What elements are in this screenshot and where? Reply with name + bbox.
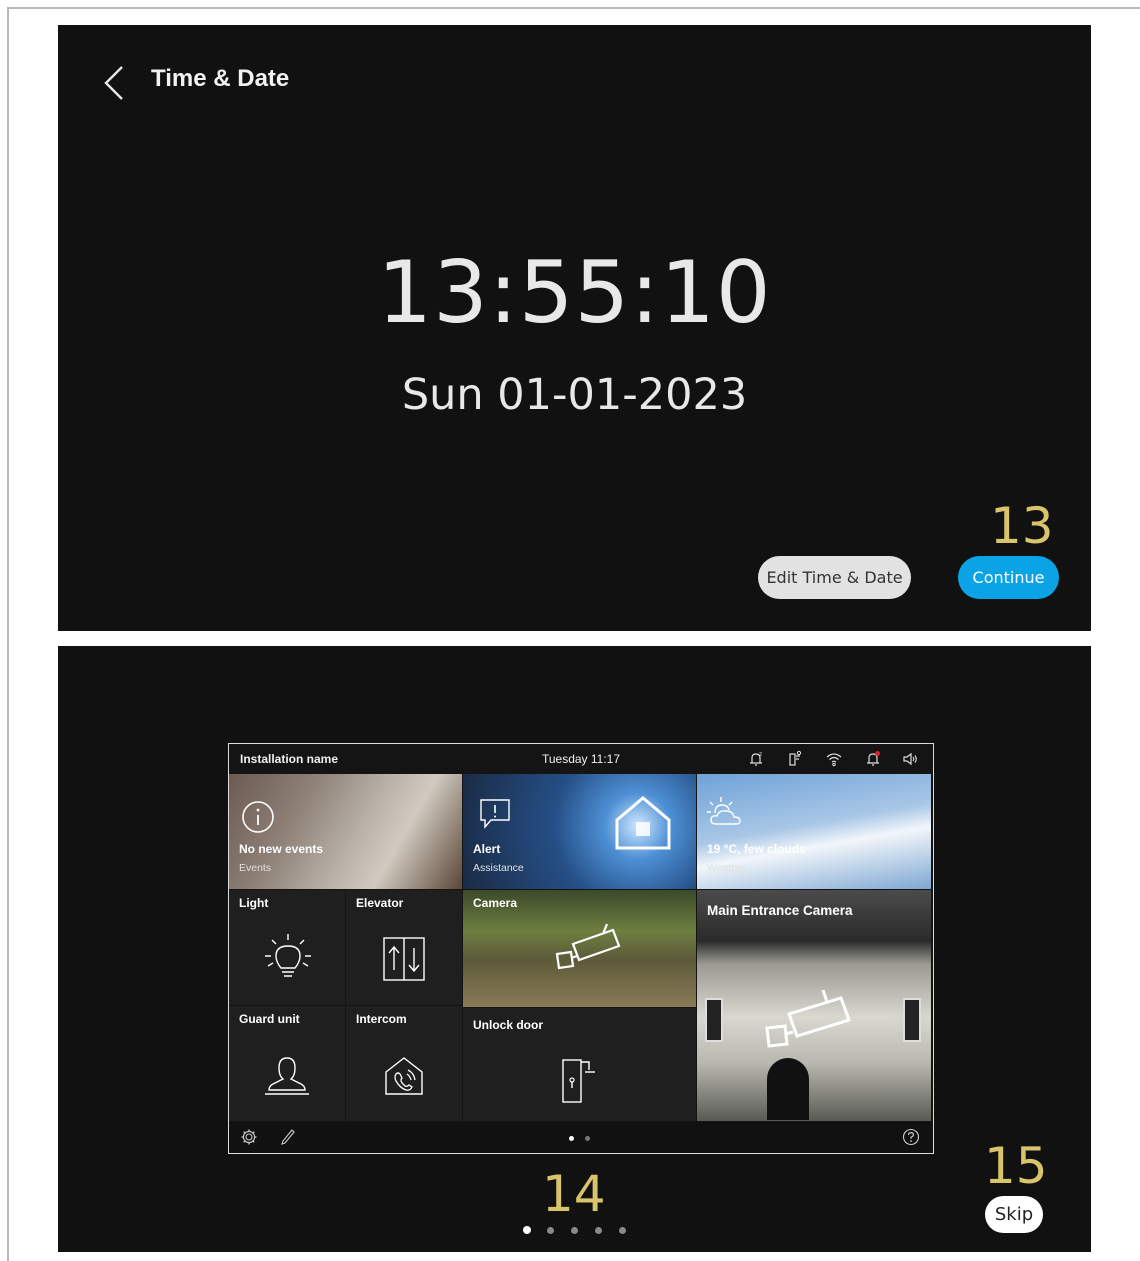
sun-cloud-icon (707, 797, 741, 825)
front-door (767, 1058, 809, 1120)
screen-bottom-bar (229, 1122, 933, 1153)
callout-number: 13 (990, 497, 1054, 555)
alert-label: Alert (473, 842, 501, 856)
camera-icon (765, 990, 851, 1048)
guard-label: Guard unit (239, 1012, 300, 1026)
events-label: No new events (239, 842, 324, 856)
info-icon (242, 801, 274, 833)
onboarding-dot[interactable] (547, 1227, 554, 1234)
alert-tile[interactable]: Alert Assistance (463, 774, 696, 889)
volume-icon[interactable] (902, 750, 920, 768)
weather-sub: Weather (707, 862, 747, 874)
camera-tile[interactable]: Camera (463, 890, 696, 1007)
camera-icon (555, 923, 621, 970)
window (903, 998, 921, 1042)
unlock-door-tile[interactable]: Unlock door (463, 1008, 696, 1121)
guard-unit-tile[interactable]: Guard unit (229, 1006, 345, 1121)
camera-label: Camera (473, 896, 518, 910)
chevron-left-icon (104, 66, 123, 100)
main-entrance-camera-tile[interactable]: Main Entrance Camera (697, 890, 931, 1121)
bulb-icon (265, 934, 311, 977)
time-date-panel: Time & Date 13:55:10 Sun 01-01-2023 13 E… (58, 25, 1091, 631)
callout-number: 15 (984, 1137, 1048, 1195)
wifi-icon[interactable] (825, 750, 843, 768)
svg-text:z: z (759, 751, 762, 758)
home-screen-panel: Installation name Tuesday 11:17 z No new… (58, 646, 1091, 1252)
clock-date: Sun 01-01-2023 (401, 370, 748, 420)
clock-time: 13:55:10 (377, 243, 772, 343)
door-lock-icon[interactable] (786, 750, 804, 768)
edit-time-date-button[interactable]: Edit Time & Date (758, 556, 911, 599)
page-dot[interactable] (585, 1136, 590, 1141)
events-tile[interactable]: No new events Events (229, 774, 462, 889)
page-dot-active[interactable] (569, 1136, 574, 1141)
page-title: Time & Date (151, 65, 290, 92)
skip-button[interactable]: Skip (985, 1196, 1043, 1233)
intercom-label: Intercom (356, 1012, 407, 1026)
guard-person-icon (265, 1057, 309, 1095)
onboarding-dot-active[interactable] (523, 1226, 531, 1234)
elevator-label: Elevator (356, 896, 404, 910)
back-button[interactable] (100, 63, 130, 103)
light-label: Light (239, 896, 269, 910)
pencil-icon[interactable] (279, 1128, 297, 1146)
elevator-icon (383, 937, 425, 981)
onboarding-dot[interactable] (595, 1227, 602, 1234)
intercom-house-icon (385, 1057, 423, 1095)
elevator-tile[interactable]: Elevator (346, 890, 462, 1005)
callout-number: 14 (542, 1165, 606, 1223)
status-bar: Installation name Tuesday 11:17 z (229, 744, 933, 774)
help-icon[interactable] (902, 1128, 920, 1146)
light-tile[interactable]: Light (229, 890, 345, 1005)
onboarding-dot[interactable] (571, 1227, 578, 1234)
alert-message-icon (480, 799, 510, 829)
alert-sub: Assistance (473, 862, 524, 874)
window (705, 998, 723, 1042)
bell-snooze-icon[interactable]: z (747, 750, 765, 768)
unlock-label: Unlock door (473, 1018, 544, 1032)
device-screen: Installation name Tuesday 11:17 z No new… (228, 743, 934, 1154)
onboarding-dot[interactable] (619, 1227, 626, 1234)
smart-home-icon (615, 796, 671, 850)
intercom-tile[interactable]: Intercom (346, 1006, 462, 1121)
events-sub: Events (239, 862, 272, 874)
main-camera-label: Main Entrance Camera (707, 903, 853, 918)
bell-alert-icon[interactable] (864, 750, 882, 768)
continue-button[interactable]: Continue (958, 556, 1059, 599)
weather-tile[interactable]: 19 °C, few clouds Weather (697, 774, 931, 889)
door-unlock-icon (562, 1059, 595, 1103)
weather-label: 19 °C, few clouds (707, 842, 806, 856)
gear-icon[interactable] (240, 1128, 258, 1146)
